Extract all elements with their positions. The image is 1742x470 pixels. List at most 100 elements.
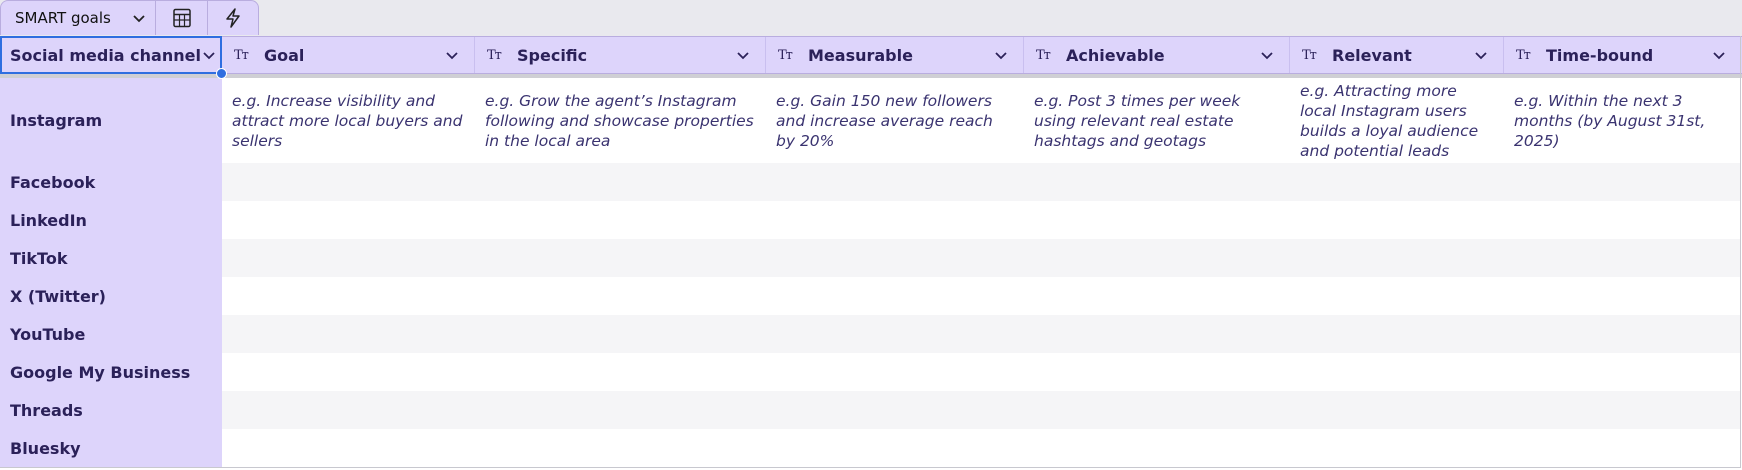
text-type-icon: Tт (1516, 47, 1531, 63)
cell-measurable[interactable] (766, 429, 1024, 468)
automation-button[interactable] (208, 0, 259, 35)
cell-specific[interactable] (475, 239, 766, 277)
cell-relevant[interactable] (1290, 391, 1504, 429)
cell-time-bound[interactable] (1504, 391, 1741, 429)
table-row[interactable]: Facebook (0, 163, 1742, 201)
cell-achievable[interactable] (1024, 353, 1290, 391)
cell-specific[interactable] (475, 277, 766, 315)
cell-specific[interactable] (475, 391, 766, 429)
table-row[interactable]: LinkedIn (0, 201, 1742, 239)
chevron-down-icon[interactable] (201, 47, 217, 63)
cell-measurable[interactable] (766, 201, 1024, 239)
column-header-label: Specific (517, 45, 588, 65)
view-tab-smart-goals[interactable]: SMART goals (0, 0, 156, 35)
cell-relevant[interactable] (1290, 163, 1504, 201)
column-header-specific[interactable]: Tт Specific (475, 37, 766, 73)
cell-relevant[interactable] (1290, 429, 1504, 468)
cell-time-bound[interactable] (1504, 163, 1741, 201)
table-row[interactable]: YouTube (0, 315, 1742, 353)
table-row[interactable]: Threads (0, 391, 1742, 429)
cell-goal[interactable] (222, 315, 475, 353)
cell-goal[interactable] (222, 201, 475, 239)
cell-achievable[interactable] (1024, 239, 1290, 277)
cell-relevant[interactable] (1290, 277, 1504, 315)
cell-relevant[interactable] (1290, 315, 1504, 353)
cell-goal[interactable] (222, 353, 475, 391)
row-label[interactable]: Instagram (0, 78, 222, 163)
cell-goal[interactable] (222, 239, 475, 277)
row-label[interactable]: X (Twitter) (0, 277, 222, 315)
column-header-goal[interactable]: Tт Goal (222, 37, 475, 73)
row-label[interactable]: TikTok (0, 239, 222, 277)
column-header-achievable[interactable]: Tт Achievable (1024, 37, 1290, 73)
column-header-relevant[interactable]: Tт Relevant (1290, 37, 1504, 73)
chevron-down-icon[interactable] (444, 47, 460, 63)
row-label[interactable]: Bluesky (0, 429, 222, 468)
cell-time-bound[interactable]: e.g. Within the next 3 months (by August… (1504, 78, 1741, 163)
cell-relevant[interactable]: e.g. Attracting more local Instagram use… (1290, 78, 1504, 163)
cell-time-bound[interactable] (1504, 353, 1741, 391)
cell-goal[interactable] (222, 429, 475, 468)
cell-time-bound[interactable] (1504, 239, 1741, 277)
column-header-label: Measurable (808, 45, 913, 65)
cell-goal[interactable] (222, 163, 475, 201)
cell-achievable[interactable] (1024, 163, 1290, 201)
cell-measurable[interactable] (766, 277, 1024, 315)
cell-measurable[interactable] (766, 391, 1024, 429)
cell-measurable[interactable]: e.g. Gain 150 new followers and increase… (766, 78, 1024, 163)
cell-measurable[interactable] (766, 163, 1024, 201)
table-row[interactable]: Instagram e.g. Increase visibility and a… (0, 78, 1742, 163)
cell-goal[interactable]: e.g. Increase visibility and attract mor… (222, 78, 475, 163)
row-label[interactable]: LinkedIn (0, 201, 222, 239)
chevron-down-icon[interactable] (1711, 47, 1727, 63)
column-header-channel[interactable]: Social media channel (0, 36, 222, 74)
column-header-label: Time-bound (1546, 45, 1654, 65)
chevron-down-icon[interactable] (1473, 47, 1489, 63)
cell-achievable[interactable] (1024, 429, 1290, 468)
row-label[interactable]: Facebook (0, 163, 222, 201)
cell-specific[interactable] (475, 315, 766, 353)
cell-time-bound[interactable] (1504, 201, 1741, 239)
cell-specific[interactable] (475, 201, 766, 239)
column-header-measurable[interactable]: Tт Measurable (766, 37, 1024, 73)
cell-specific[interactable] (475, 353, 766, 391)
row-label[interactable]: Threads (0, 391, 222, 429)
cell-achievable[interactable]: e.g. Post 3 times per week using relevan… (1024, 78, 1290, 163)
cell-time-bound[interactable] (1504, 429, 1741, 468)
cell-specific[interactable] (475, 429, 766, 468)
cell-time-bound[interactable] (1504, 277, 1741, 315)
cell-measurable[interactable] (766, 353, 1024, 391)
chevron-down-icon[interactable] (735, 47, 751, 63)
cell-goal[interactable] (222, 391, 475, 429)
calculator-button[interactable] (156, 0, 208, 35)
cell-relevant[interactable] (1290, 201, 1504, 239)
cell-relevant[interactable] (1290, 353, 1504, 391)
table-row[interactable]: X (Twitter) (0, 277, 1742, 315)
cell-specific[interactable] (475, 163, 766, 201)
view-tab-label: SMART goals (15, 9, 111, 27)
cell-measurable[interactable] (766, 315, 1024, 353)
cell-relevant[interactable] (1290, 239, 1504, 277)
cell-measurable[interactable] (766, 239, 1024, 277)
row-label[interactable]: YouTube (0, 315, 222, 353)
chevron-down-icon[interactable] (993, 47, 1009, 63)
cell-specific[interactable]: e.g. Grow the agent’s Instagram followin… (475, 78, 766, 163)
cell-achievable[interactable] (1024, 391, 1290, 429)
chevron-down-icon[interactable] (1259, 47, 1275, 63)
table-row[interactable]: Bluesky (0, 429, 1742, 468)
lightning-icon (224, 8, 242, 28)
calculator-icon (172, 8, 192, 28)
column-header-time-bound[interactable]: Tт Time-bound (1504, 37, 1741, 73)
cell-time-bound[interactable] (1504, 315, 1741, 353)
chevron-down-icon[interactable] (131, 10, 147, 26)
cell-achievable[interactable] (1024, 315, 1290, 353)
table-row[interactable]: TikTok (0, 239, 1742, 277)
text-type-icon: Tт (234, 47, 249, 63)
cell-achievable[interactable] (1024, 277, 1290, 315)
column-resize-handle[interactable] (216, 68, 227, 79)
table-row[interactable]: Google My Business (0, 353, 1742, 391)
cell-goal[interactable] (222, 277, 475, 315)
row-label[interactable]: Google My Business (0, 353, 222, 391)
cell-achievable[interactable] (1024, 201, 1290, 239)
column-header-label: Relevant (1332, 45, 1412, 65)
